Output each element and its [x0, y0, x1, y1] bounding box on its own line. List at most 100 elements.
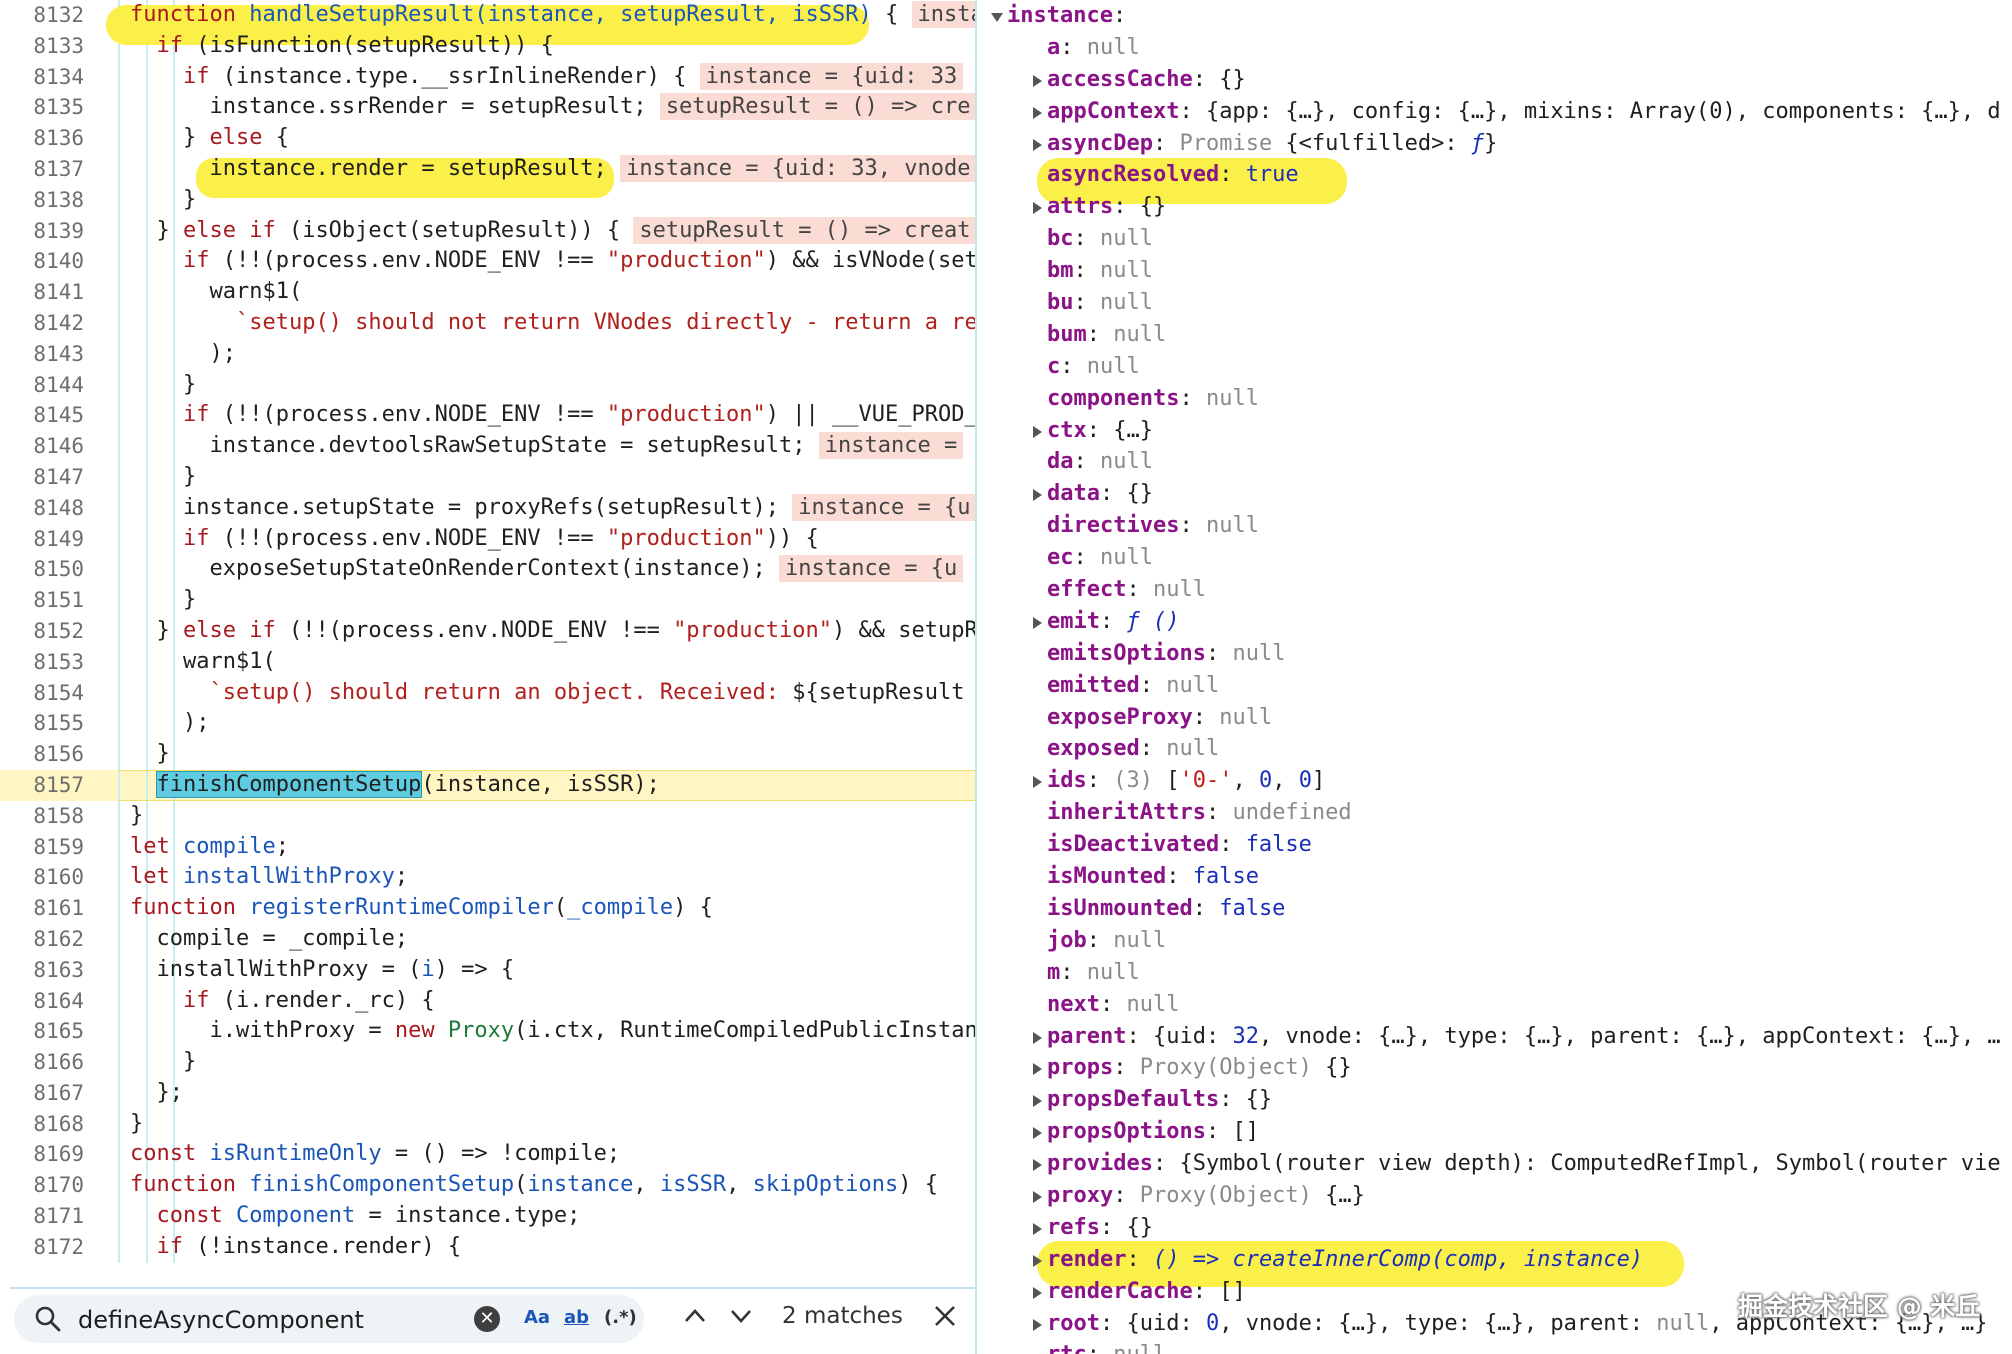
regex-toggle[interactable]: (.*)	[604, 1307, 637, 1328]
scope-property-row[interactable]: emitsOptions: null	[977, 638, 2012, 670]
code-line[interactable]: 8160 let installWithProxy;	[0, 862, 975, 894]
code-line[interactable]: 8157 finishComponentSetup(instance, isSS…	[0, 769, 975, 801]
expand-triangle-icon[interactable]	[1033, 1127, 1042, 1140]
close-icon[interactable]	[928, 1299, 962, 1333]
line-number[interactable]: 8161	[0, 893, 84, 924]
scope-property-row[interactable]: propsDefaults: {}	[977, 1084, 2012, 1116]
line-number[interactable]: 8145	[0, 400, 84, 431]
line-number[interactable]: 8155	[0, 708, 84, 739]
line-number[interactable]: 8165	[0, 1016, 84, 1047]
match-case-toggle[interactable]: Aa	[524, 1307, 550, 1328]
line-number[interactable]: 8147	[0, 462, 84, 493]
expand-triangle-icon[interactable]	[1033, 1222, 1042, 1235]
code-line[interactable]: 8152 } else if (!!(process.env.NODE_ENV …	[0, 615, 975, 647]
line-number[interactable]: 8166	[0, 1047, 84, 1078]
scope-property-row[interactable]: effect: null	[977, 574, 2012, 606]
line-number[interactable]: 8136	[0, 123, 84, 154]
code-line[interactable]: 8156 }	[0, 739, 975, 770]
expand-triangle-icon[interactable]	[1033, 1063, 1042, 1076]
code-line[interactable]: 8143 );	[0, 338, 975, 370]
expand-triangle-icon[interactable]	[1033, 1031, 1042, 1044]
line-number[interactable]: 8142	[0, 308, 84, 339]
source-editor-pane[interactable]: 8132 function handleSetupResult(instance,…	[0, 0, 977, 1354]
expand-triangle-icon[interactable]	[1033, 1286, 1042, 1299]
scope-property-row[interactable]: render: () => createInnerComp(comp, inst…	[977, 1244, 2012, 1276]
code-line[interactable]: 8148 instance.setupState = proxyRefs(set…	[0, 492, 975, 524]
scope-property-row[interactable]: exposed: null	[977, 733, 2012, 765]
scope-property-row[interactable]: ids: (3) ['0-', 0, 0]	[977, 765, 2012, 797]
scope-property-row[interactable]: data: {}	[977, 478, 2012, 510]
code-line[interactable]: 8167 };	[0, 1077, 975, 1109]
scope-property-row[interactable]: ec: null	[977, 542, 2012, 574]
scope-property-row[interactable]: isDeactivated: false	[977, 829, 2012, 861]
scope-variables-pane[interactable]: instance: a: null accessCache: {} appContex…	[977, 0, 2012, 1354]
line-number[interactable]: 8164	[0, 986, 84, 1017]
scope-property-row[interactable]: props: Proxy(Object) {}	[977, 1052, 2012, 1084]
line-number[interactable]: 8135	[0, 92, 84, 123]
scope-property-row[interactable]: bm: null	[977, 255, 2012, 287]
scope-property-row[interactable]: a: null	[977, 32, 2012, 64]
code-line[interactable]: 8132 function handleSetupResult(instance,…	[0, 0, 975, 31]
code-line[interactable]: 8166 }	[0, 1047, 975, 1078]
line-number[interactable]: 8162	[0, 924, 84, 955]
line-number[interactable]: 8159	[0, 832, 84, 863]
next-match-icon[interactable]	[724, 1299, 758, 1333]
scope-property-row[interactable]: parent: {uid: 32, vnode: {…}, type: {…},…	[977, 1021, 2012, 1053]
code-line[interactable]: 8159 let compile;	[0, 831, 975, 863]
inline-value[interactable]: instance = {uid: 33	[699, 62, 964, 90]
scope-property-row[interactable]: isMounted: false	[977, 861, 2012, 893]
code-line[interactable]: 8135 instance.ssrRender = setupResult; s…	[0, 92, 975, 124]
line-number[interactable]: 8167	[0, 1078, 84, 1109]
code-line[interactable]: 8172 if (!instance.render) {	[0, 1231, 975, 1263]
line-number[interactable]: 8168	[0, 1109, 84, 1140]
code-line[interactable]: 8170 function finishComponentSetup(instan…	[0, 1170, 975, 1202]
whole-word-toggle[interactable]: ab	[564, 1307, 589, 1328]
code-line[interactable]: 8146 instance.devtoolsRawSetupState = se…	[0, 431, 975, 462]
inline-value[interactable]: setupResult = () => creat	[633, 216, 975, 244]
code-line[interactable]: 8155 );	[0, 708, 975, 740]
code-line[interactable]: 8141 warn$1(	[0, 277, 975, 308]
inline-value[interactable]: instance = {u	[779, 555, 964, 583]
expand-triangle-icon[interactable]	[1033, 1254, 1042, 1267]
code-line[interactable]: 8139 } else if (isObject(setupResult)) {…	[0, 215, 975, 247]
scope-property-row[interactable]: next: null	[977, 989, 2012, 1021]
scope-property-row[interactable]: exposeProxy: null	[977, 702, 2012, 734]
scope-property-row[interactable]: bum: null	[977, 319, 2012, 351]
scope-property-row[interactable]: components: null	[977, 383, 2012, 415]
code-line[interactable]: 8165 i.withProxy = new Proxy(i.ctx, Runt…	[0, 1016, 975, 1048]
line-number[interactable]: 8150	[0, 554, 84, 585]
line-number[interactable]: 8139	[0, 216, 84, 247]
expand-triangle-icon[interactable]	[1033, 1190, 1042, 1203]
previous-match-icon[interactable]	[678, 1299, 712, 1333]
code-line[interactable]: 8169 const isRuntimeOnly = () => !compile…	[0, 1139, 975, 1171]
line-number[interactable]: 8144	[0, 370, 84, 401]
scope-property-row[interactable]: provides: {Symbol(router view depth): Co…	[977, 1148, 2012, 1180]
clear-search-icon[interactable]: ✕	[474, 1306, 500, 1332]
inline-value[interactable]: instance =	[818, 432, 964, 460]
line-number[interactable]: 8133	[0, 31, 84, 62]
code-line[interactable]: 8136 } else {	[0, 123, 975, 154]
inline-value[interactable]: instance = {u	[792, 493, 975, 521]
scope-property-row[interactable]: ctx: {…}	[977, 415, 2012, 447]
scope-property-row[interactable]: bc: null	[977, 223, 2012, 255]
code-line[interactable]: 8163 installWithProxy = (i) => {	[0, 954, 975, 986]
scope-property-row[interactable]: asyncDep: Promise {<fulfilled>: ƒ}	[977, 128, 2012, 160]
scope-property-row[interactable]: asyncResolved: true	[977, 159, 2012, 191]
line-number[interactable]: 8169	[0, 1139, 84, 1170]
line-number[interactable]: 8157	[0, 770, 84, 801]
line-number[interactable]: 8132	[0, 0, 84, 31]
expand-triangle-open-icon[interactable]	[991, 13, 1003, 22]
inline-value[interactable]: instance = {uid: 33, vnode	[620, 154, 975, 182]
expand-triangle-icon[interactable]	[1033, 489, 1042, 502]
code-line[interactable]: 8161 function registerRuntimeCompiler(_co…	[0, 893, 975, 924]
inline-value[interactable]: setupResult = () => cre	[659, 93, 975, 121]
line-number[interactable]: 8146	[0, 431, 84, 462]
expand-triangle-icon[interactable]	[1033, 106, 1042, 119]
scope-property-row[interactable]: job: null	[977, 925, 2012, 957]
line-number[interactable]: 8163	[0, 955, 84, 986]
code-line[interactable]: 8145 if (!!(process.env.NODE_ENV !== "pr…	[0, 400, 975, 432]
scope-property-row[interactable]: emitted: null	[977, 670, 2012, 702]
line-number[interactable]: 8137	[0, 154, 84, 185]
code-line[interactable]: 8153 warn$1(	[0, 646, 975, 678]
code-line[interactable]: 8171 const Component = instance.type;	[0, 1201, 975, 1232]
